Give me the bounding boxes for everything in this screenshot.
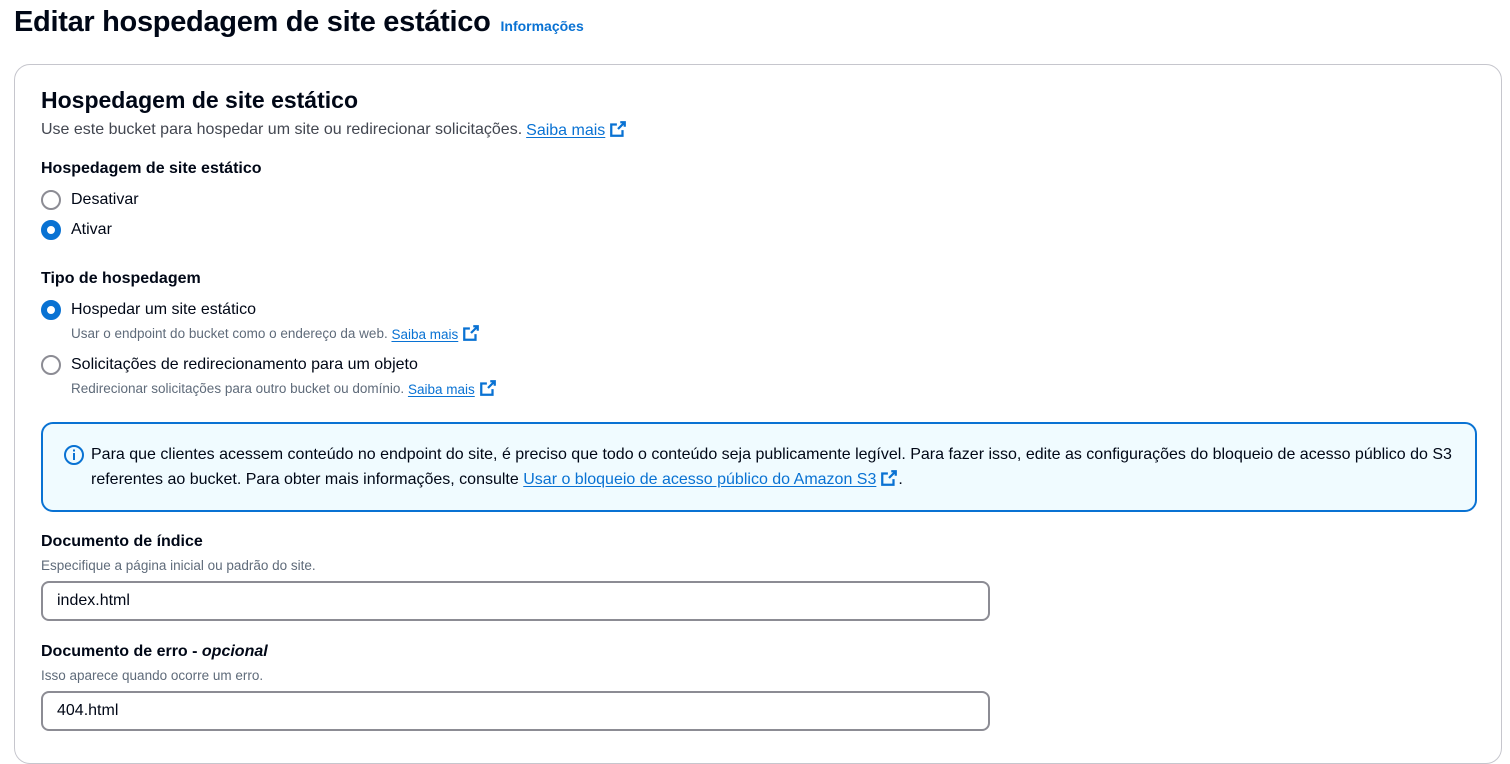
external-link-icon	[479, 380, 496, 396]
index-document-input[interactable]	[41, 581, 990, 621]
error-document-label-text: Documento de erro	[41, 643, 188, 660]
radio-redirect-label: Solicitações de redirecionamento para um…	[71, 356, 418, 373]
learn-more-link-host[interactable]: Saiba mais	[391, 324, 480, 342]
learn-more-label-redirect: Saiba mais	[407, 382, 475, 397]
external-link-icon	[610, 121, 627, 137]
radio-host-static-site-desc: Usar o endpoint do bucket como o endereç…	[71, 324, 480, 342]
index-document-label: Documento de índice	[41, 533, 203, 550]
external-link-icon	[463, 325, 480, 341]
error-document-input[interactable]	[41, 691, 990, 731]
error-document-separator: -	[187, 643, 202, 660]
radio-enable[interactable]: Ativar	[41, 219, 112, 241]
radio-host-static-site-label: Hospedar um site estático	[71, 301, 256, 318]
learn-more-label-host: Saiba mais	[391, 327, 459, 342]
error-document-label: Documento de erro - opcional	[41, 643, 268, 661]
radio-enable-label: Ativar	[71, 221, 112, 238]
radio-disable-control[interactable]	[41, 190, 61, 210]
page-title: Editar hospedagem de site estático	[14, 6, 491, 38]
external-link-icon	[881, 470, 898, 486]
info-alert: Para que clientes acessem conteúdo no en…	[41, 422, 1477, 512]
alert-link[interactable]: Usar o bloqueio de acesso público do Ama…	[523, 470, 898, 488]
radio-redirect[interactable]: Solicitações de redirecionamento para um…	[41, 354, 497, 397]
learn-more-link-redirect[interactable]: Saiba mais	[408, 379, 497, 397]
radio-host-static-site-control[interactable]	[41, 300, 61, 320]
learn-more-link[interactable]: Saiba mais	[526, 120, 627, 140]
index-document-hint: Especifique a página inicial ou padrão d…	[41, 558, 316, 573]
error-document-optional: opcional	[201, 643, 268, 660]
page-header: Editar hospedagem de site estático Infor…	[14, 6, 584, 46]
radio-redirect-desc: Redirecionar solicitações para outro buc…	[71, 379, 497, 397]
radio-host-static-site[interactable]: Hospedar um site estático Usar o endpoin…	[41, 299, 480, 342]
hosting-label: Hospedagem de site estático	[41, 160, 262, 177]
radio-redirect-desc-text: Redirecionar solicitações para outro buc…	[71, 380, 405, 396]
info-icon	[64, 445, 84, 465]
hosting-type-label: Tipo de hospedagem	[41, 270, 201, 287]
radio-disable-label: Desativar	[71, 191, 139, 208]
alert-link-label: Usar o bloqueio de acesso público do Ama…	[523, 471, 877, 488]
alert-suffix: .	[898, 471, 903, 488]
radio-enable-control[interactable]	[41, 220, 61, 240]
radio-disable[interactable]: Desativar	[41, 189, 139, 211]
radio-redirect-control[interactable]	[41, 355, 61, 375]
learn-more-label: Saiba mais	[526, 122, 606, 139]
error-document-hint: Isso aparece quando ocorre um erro.	[41, 668, 264, 683]
info-link[interactable]: Informações	[501, 18, 584, 34]
radio-host-desc-text: Usar o endpoint do bucket como o endereç…	[71, 325, 388, 341]
section-description-text: Use este bucket para hospedar um site ou…	[41, 121, 523, 138]
static-hosting-panel: Hospedagem de site estático Use este buc…	[14, 64, 1502, 764]
section-title: Hospedagem de site estático	[41, 87, 358, 113]
section-description: Use este bucket para hospedar um site ou…	[41, 120, 627, 140]
